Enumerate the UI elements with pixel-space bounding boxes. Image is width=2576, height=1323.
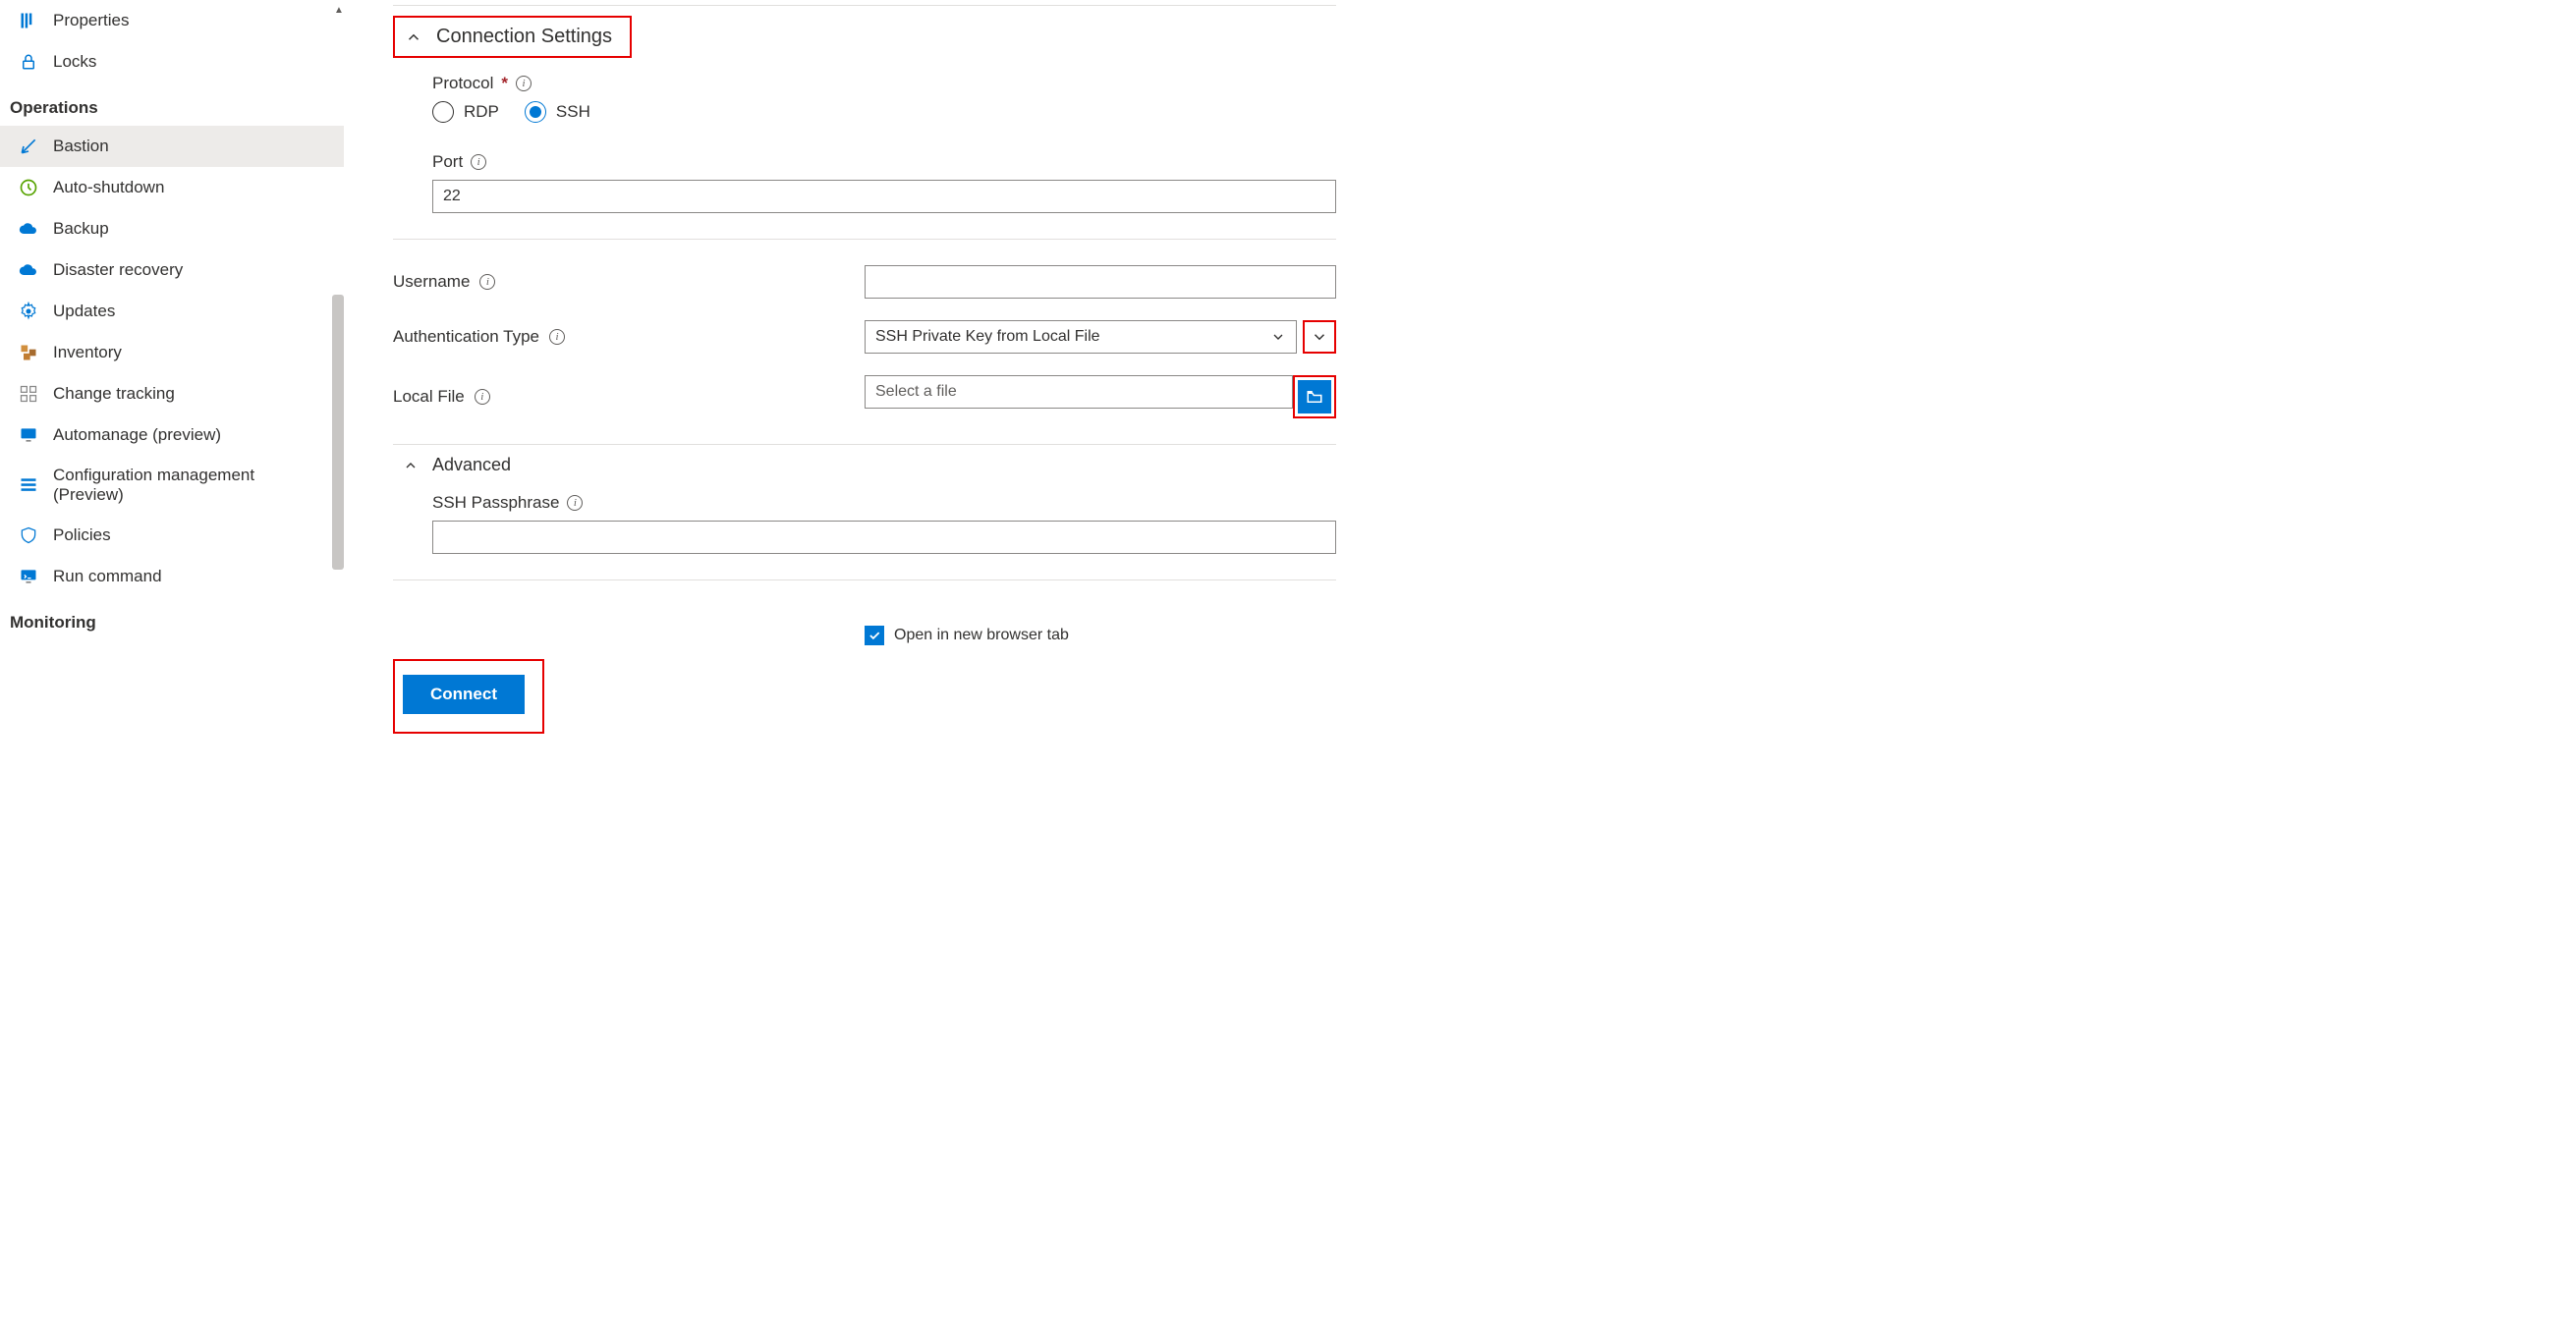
radio-unselected-icon — [432, 101, 454, 123]
auth-type-chevron-highlight[interactable] — [1303, 320, 1336, 354]
connect-button-highlight: Connect — [393, 659, 544, 734]
cloud-icon — [18, 218, 39, 240]
username-label: Username — [393, 272, 470, 292]
info-icon[interactable] — [549, 329, 565, 345]
info-icon[interactable] — [516, 76, 532, 91]
section-title-label: Connection Settings — [436, 26, 612, 48]
radio-label: SSH — [556, 102, 590, 122]
sidebar-item-properties[interactable]: Properties — [0, 0, 344, 41]
chevron-down-icon — [1311, 328, 1328, 346]
chevron-up-icon — [403, 458, 419, 473]
sidebar: ▲ Properties Locks Operations Bastion Au… — [0, 0, 344, 1323]
sidebar-item-label: Locks — [53, 52, 96, 72]
sidebar-item-label: Backup — [53, 219, 109, 239]
passphrase-input[interactable] — [432, 521, 1336, 554]
sidebar-item-label: Inventory — [53, 343, 122, 362]
required-asterisk: * — [501, 74, 508, 93]
sidebar-item-label: Automanage (preview) — [53, 425, 221, 445]
sidebar-item-bastion[interactable]: Bastion — [0, 126, 344, 167]
open-new-tab-label: Open in new browser tab — [894, 627, 1069, 644]
sidebar-item-locks[interactable]: Locks — [0, 41, 344, 83]
track-icon — [18, 383, 39, 405]
username-input[interactable] — [865, 265, 1336, 299]
sidebar-item-policies[interactable]: Policies — [0, 515, 344, 556]
sidebar-item-label: Auto-shutdown — [53, 178, 164, 197]
properties-icon — [18, 10, 39, 31]
auth-type-label: Authentication Type — [393, 327, 539, 347]
sidebar-item-change-tracking[interactable]: Change tracking — [0, 373, 344, 414]
advanced-header[interactable]: Advanced — [403, 455, 1336, 475]
list-icon — [18, 474, 39, 496]
radio-label: RDP — [464, 102, 499, 122]
lock-icon — [18, 51, 39, 73]
port-input[interactable] — [432, 180, 1336, 213]
protocol-label-row: Protocol * — [432, 74, 1336, 93]
sidebar-item-auto-shutdown[interactable]: Auto-shutdown — [0, 167, 344, 208]
port-label: Port — [432, 152, 463, 172]
clock-icon — [18, 177, 39, 198]
gear-icon — [18, 301, 39, 322]
sidebar-group-operations: Operations — [0, 83, 344, 126]
sidebar-item-label: Updates — [53, 302, 115, 321]
shield-icon — [18, 524, 39, 546]
sidebar-item-run-command[interactable]: Run command — [0, 556, 344, 597]
chevron-up-icon — [405, 28, 422, 46]
radio-selected-icon — [525, 101, 546, 123]
sidebar-group-monitoring: Monitoring — [0, 597, 344, 640]
open-new-tab-checkbox[interactable]: Open in new browser tab — [865, 626, 1069, 645]
passphrase-label-row: SSH Passphrase — [432, 493, 1336, 513]
info-icon[interactable] — [475, 389, 490, 405]
sidebar-item-inventory[interactable]: Inventory — [0, 332, 344, 373]
sidebar-item-label: Policies — [53, 525, 111, 545]
checkbox-checked-icon — [865, 626, 884, 645]
divider — [393, 5, 1336, 6]
info-icon[interactable] — [479, 274, 495, 290]
sidebar-item-label: Configuration management (Preview) — [53, 466, 326, 505]
sidebar-item-disaster-recovery[interactable]: Disaster recovery — [0, 249, 344, 291]
boxes-icon — [18, 342, 39, 363]
auth-type-dropdown[interactable]: SSH Private Key from Local File — [865, 320, 1297, 354]
sidebar-item-label: Disaster recovery — [53, 260, 183, 280]
main-content: Connection Settings Protocol * RDP SSH P… — [344, 0, 1385, 1323]
console-icon — [18, 566, 39, 587]
divider — [393, 579, 1336, 580]
local-file-browse-highlight — [1293, 375, 1336, 418]
protocol-label: Protocol — [432, 74, 493, 93]
divider — [393, 444, 1336, 445]
protocol-radio-rdp[interactable]: RDP — [432, 101, 499, 123]
passphrase-label: SSH Passphrase — [432, 493, 559, 513]
monitor-icon — [18, 424, 39, 446]
info-icon[interactable] — [567, 495, 583, 511]
chevron-down-icon — [1270, 329, 1286, 345]
sidebar-item-label: Properties — [53, 11, 129, 30]
local-file-label: Local File — [393, 387, 465, 407]
sidebar-item-label: Change tracking — [53, 384, 175, 404]
info-icon[interactable] — [471, 154, 486, 170]
bastion-icon — [18, 136, 39, 157]
auth-type-value: SSH Private Key from Local File — [875, 328, 1100, 346]
sidebar-item-label: Bastion — [53, 137, 109, 156]
sidebar-item-label: Run command — [53, 567, 162, 586]
sidebar-item-automanage[interactable]: Automanage (preview) — [0, 414, 344, 456]
sidebar-item-updates[interactable]: Updates — [0, 291, 344, 332]
cloud-icon — [18, 259, 39, 281]
protocol-radio-ssh[interactable]: SSH — [525, 101, 590, 123]
local-file-input[interactable]: Select a file — [865, 375, 1293, 409]
connection-settings-header[interactable]: Connection Settings — [393, 16, 632, 58]
local-file-placeholder: Select a file — [875, 383, 957, 401]
port-label-row: Port — [432, 152, 1336, 172]
sidebar-scrollthumb[interactable] — [332, 295, 344, 570]
sidebar-item-backup[interactable]: Backup — [0, 208, 344, 249]
local-file-browse-button[interactable] — [1298, 380, 1331, 413]
divider — [393, 239, 1336, 240]
folder-icon — [1306, 388, 1323, 406]
sidebar-item-config-mgmt[interactable]: Configuration management (Preview) — [0, 456, 344, 515]
advanced-label: Advanced — [432, 455, 511, 475]
sidebar-scrollbar[interactable] — [332, 0, 344, 1323]
connect-button[interactable]: Connect — [403, 675, 525, 714]
